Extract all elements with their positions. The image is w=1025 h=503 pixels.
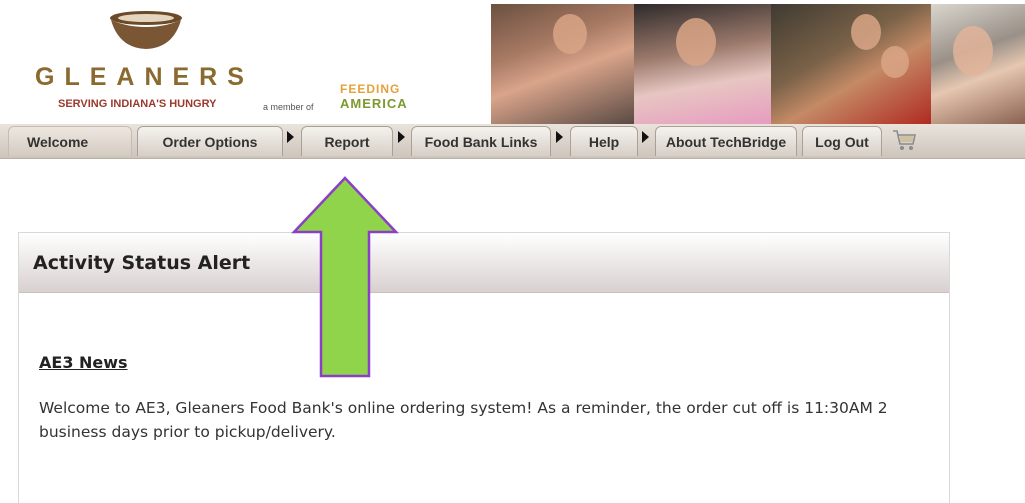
news-body-text: Welcome to AE3, Gleaners Food Bank's onl…: [39, 399, 888, 441]
tab-order-options[interactable]: Order Options: [137, 126, 283, 156]
tab-log-out[interactable]: Log Out: [802, 126, 882, 156]
main-nav-bar: Welcome Order Options Report Food Bank L…: [0, 124, 1025, 159]
up-arrow-annotation-icon: [291, 176, 399, 378]
tab-help[interactable]: Help: [570, 126, 638, 156]
triangle-right-icon: [398, 131, 405, 143]
bowl-icon: [110, 11, 182, 49]
panel-title: Activity Status Alert: [33, 251, 251, 274]
banner-photo-girl: [634, 4, 771, 124]
logo-tagline: SERVING INDIANA'S HUNGRY: [58, 98, 217, 110]
triangle-right-icon: [287, 131, 294, 143]
tab-food-bank-links[interactable]: Food Bank Links: [411, 126, 551, 156]
banner-photo-elder: [931, 4, 1025, 124]
news-heading-link[interactable]: AE3 News: [39, 353, 128, 372]
banner-photo-family: [771, 4, 931, 124]
banner-photo-volunteer: [491, 4, 634, 124]
feeding-america-logo-line1: FEEDING: [340, 82, 401, 96]
tab-report[interactable]: Report: [301, 126, 393, 156]
panel-header: Activity Status Alert: [19, 233, 949, 293]
header-photo-banner: [491, 4, 1025, 124]
feeding-america-logo-line2: AMERICA: [340, 96, 408, 111]
activity-status-alert-panel: Activity Status Alert AE3 News Welcome t…: [18, 232, 950, 503]
site-header: GLEANERS SERVING INDIANA'S HUNGRY a memb…: [0, 0, 1025, 124]
logo-wordmark[interactable]: GLEANERS: [35, 63, 254, 92]
triangle-right-icon: [556, 131, 563, 143]
member-of-label: a member of: [263, 102, 314, 112]
tab-welcome[interactable]: Welcome: [8, 126, 132, 156]
triangle-right-icon: [642, 131, 649, 143]
tab-about-techbridge[interactable]: About TechBridge: [655, 126, 797, 156]
shopping-cart-icon[interactable]: [890, 126, 918, 154]
